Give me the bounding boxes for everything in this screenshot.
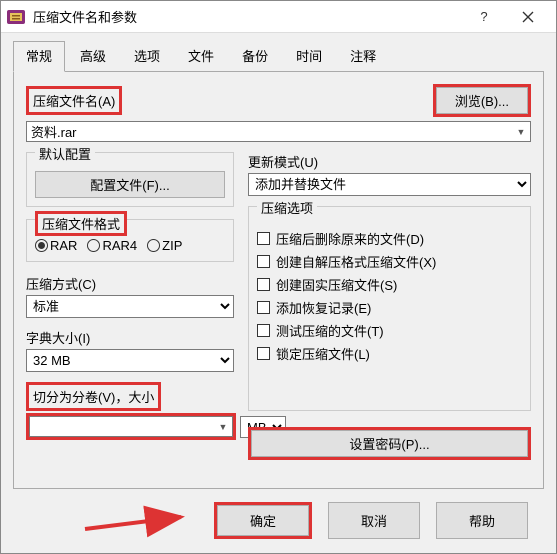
tab-options[interactable]: 选项: [121, 41, 173, 72]
checkbox-icon: [257, 255, 270, 268]
checkbox-icon: [257, 324, 270, 337]
default-profile-group: 默认配置 配置文件(F)...: [26, 152, 234, 207]
dialog-window: 压缩文件名和参数 ? 常规 高级 选项 文件 备份 时间 注释 压缩文件名(A)…: [0, 0, 557, 554]
radio-icon: [35, 239, 48, 252]
tab-time[interactable]: 时间: [283, 41, 335, 72]
radio-icon: [147, 239, 160, 252]
archive-format-legend: 压缩文件格式: [35, 211, 127, 236]
cancel-button[interactable]: 取消: [328, 502, 420, 539]
titlebar: 压缩文件名和参数 ?: [1, 1, 556, 33]
dialog-footer: 确定 取消 帮助: [1, 502, 556, 539]
update-mode-select[interactable]: 添加并替换文件: [248, 173, 531, 196]
update-mode-block: 更新模式(U) 添加并替换文件: [248, 152, 531, 196]
checkbox-icon: [257, 232, 270, 245]
compression-method-label: 压缩方式(C): [26, 274, 234, 293]
dict-size-label: 字典大小(I): [26, 328, 234, 347]
browse-button[interactable]: 浏览(B)...: [436, 87, 528, 114]
radio-zip[interactable]: ZIP: [147, 238, 182, 253]
opt-solid[interactable]: 创建固实压缩文件(S): [257, 275, 522, 294]
opt-recovery[interactable]: 添加恢复记录(E): [257, 298, 522, 317]
tab-advanced[interactable]: 高级: [67, 41, 119, 72]
split-size-input[interactable]: [30, 417, 214, 436]
close-button[interactable]: [506, 2, 550, 32]
archive-format-group: 压缩文件格式 RAR RAR4 ZIP: [26, 219, 234, 262]
checkbox-icon: [257, 347, 270, 360]
split-block: 切分为分卷(V)，大小 ▼ MB: [26, 382, 234, 440]
compress-options-group: 压缩选项 压缩后删除原来的文件(D) 创建自解压格式压缩文件(X) 创建固实压缩…: [248, 206, 531, 411]
dict-size-block: 字典大小(I) 32 MB: [26, 328, 234, 372]
tab-strip: 常规 高级 选项 文件 备份 时间 注释: [1, 33, 556, 72]
opt-test[interactable]: 测试压缩的文件(T): [257, 321, 522, 340]
winrar-icon: [7, 8, 25, 26]
chevron-down-icon[interactable]: ▼: [214, 417, 232, 436]
window-title: 压缩文件名和参数: [33, 7, 462, 26]
tab-general[interactable]: 常规: [13, 41, 65, 72]
opt-delete-after[interactable]: 压缩后删除原来的文件(D): [257, 229, 522, 248]
compression-method-block: 压缩方式(C) 标准: [26, 274, 234, 318]
profiles-button[interactable]: 配置文件(F)...: [35, 171, 225, 198]
split-label: 切分为分卷(V)，大小: [26, 382, 161, 411]
set-password-button[interactable]: 设置密码(P)...: [251, 430, 528, 457]
radio-rar[interactable]: RAR: [35, 238, 77, 253]
close-icon: [522, 11, 534, 23]
update-mode-label: 更新模式(U): [248, 152, 531, 171]
radio-icon: [87, 239, 100, 252]
compress-options-legend: 压缩选项: [257, 198, 317, 217]
dict-size-select[interactable]: 32 MB: [26, 349, 234, 372]
ok-button[interactable]: 确定: [217, 505, 309, 536]
tab-comment[interactable]: 注释: [337, 41, 389, 72]
help-button[interactable]: ?: [462, 2, 506, 32]
opt-lock[interactable]: 锁定压缩文件(L): [257, 344, 522, 363]
tab-backup[interactable]: 备份: [229, 41, 281, 72]
checkbox-icon: [257, 301, 270, 314]
default-profile-legend: 默认配置: [35, 144, 95, 163]
tab-files[interactable]: 文件: [175, 41, 227, 72]
archive-name-combo[interactable]: ▼: [26, 121, 531, 142]
split-size-combo[interactable]: ▼: [29, 416, 233, 437]
chevron-down-icon[interactable]: ▼: [512, 122, 530, 141]
help-button-footer[interactable]: 帮助: [436, 502, 528, 539]
checkbox-icon: [257, 278, 270, 291]
compression-method-select[interactable]: 标准: [26, 295, 234, 318]
tab-panel-general: 压缩文件名(A) 浏览(B)... ▼ 默认配置 配置文件(F)... 压缩文件…: [13, 71, 544, 489]
archive-name-label: 压缩文件名(A): [26, 86, 122, 115]
radio-rar4[interactable]: RAR4: [87, 238, 137, 253]
opt-sfx[interactable]: 创建自解压格式压缩文件(X): [257, 252, 522, 271]
archive-name-input[interactable]: [27, 122, 512, 141]
